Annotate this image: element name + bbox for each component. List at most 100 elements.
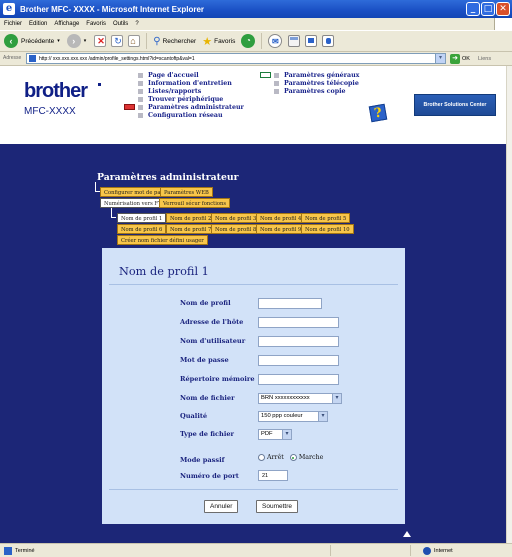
menu-favoris[interactable]: Favoris [86,21,106,27]
forward-arrow-icon[interactable]: › [66,34,81,48]
form-title: Nom de profil 1 [119,265,209,278]
back-button-label[interactable]: Précédente [21,38,54,45]
go-arrow-icon[interactable]: ➜ [450,54,460,64]
profile-tab-8[interactable]: Nom de profil 8 [211,224,261,234]
buttons-divider [109,489,398,490]
go-button[interactable]: OK [462,56,470,62]
profile-name-input[interactable] [258,298,322,309]
tab-custom-filename[interactable]: Créer nom fichier défini usager [117,235,208,245]
passive-off-option[interactable]: Arrêt [258,454,284,461]
logo-dot [98,83,101,86]
profile-tab-3[interactable]: Nom de profil 3 [211,213,261,223]
profile-tab-4[interactable]: Nom de profil 4 [256,213,306,223]
minimize-button[interactable]: _ [466,2,480,16]
store-directory-input[interactable] [258,374,339,385]
page-content: brother MFC-XXXX Page d'accueil Informat… [0,66,506,543]
title-divider [109,284,398,285]
vertical-scrollbar[interactable] [506,66,512,543]
cancel-button[interactable]: Annuler [204,500,239,513]
search-button-label[interactable]: Rechercher [163,38,197,45]
radio-off-icon[interactable] [258,454,265,461]
favorites-button-label[interactable]: Favoris [214,38,235,45]
favorites-star-icon[interactable]: ★ [202,35,212,48]
file-type-select[interactable]: PDF ▾ [258,429,292,440]
tab-web-settings[interactable]: Paramètres WEB [160,187,213,197]
back-dropdown-icon[interactable]: ▾ [57,38,60,44]
profile-tab-5[interactable]: Nom de profil 5 [301,213,351,223]
profile-form-panel: Nom de profil 1 Nom de profil Adresse de… [102,248,405,524]
passive-on-option[interactable]: Marche [289,454,323,461]
menu-bar: Fichier Edition Affichage Favoris Outils… [0,18,512,30]
back-arrow-icon[interactable]: ‹ [4,34,18,48]
status-divider [330,545,331,556]
profile-tab-2[interactable]: Nom de profil 2 [166,213,216,223]
password-label: Mot de passe [180,356,229,364]
nav-right: Paramètres généraux Paramètres télécopie… [260,71,359,95]
nav-item-maintenance[interactable]: Information d'entretien [138,79,244,87]
nav-left: Page d'accueil Information d'entretien L… [124,71,244,119]
passive-mode-radios: Arrêt Marche [258,454,323,461]
links-label[interactable]: Liens [478,56,491,62]
help-icon[interactable]: ? [368,103,388,123]
windows-logo-icon [494,18,512,30]
filename-select[interactable]: BRN xxxxxxxxxxxx ▾ [258,393,342,404]
menu-fichier[interactable]: Fichier [4,21,22,27]
quality-select[interactable]: 150 ppp couleur ▾ [258,411,328,422]
menu-outils[interactable]: Outils [113,21,128,27]
nav-item-general-settings[interactable]: Paramètres généraux [260,71,359,79]
nav-item-find-device[interactable]: Trouver périphérique [138,95,244,103]
refresh-icon[interactable]: ↻ [111,35,124,47]
profile-tab-7[interactable]: Nom de profil 7 [166,224,216,234]
mail-icon[interactable]: ✉ [268,34,283,48]
file-type-value: PDF [261,431,273,437]
username-input[interactable] [258,336,339,347]
brother-solutions-center-button[interactable]: Brother Solutions Center [414,94,496,116]
menu-affichage[interactable]: Affichage [54,21,79,27]
profile-tab-6[interactable]: Nom de profil 6 [117,224,167,234]
history-icon[interactable]: ◔ [241,34,256,48]
password-input[interactable] [258,355,339,366]
title-bar: e Brother MFC- XXXX - Microsoft Internet… [0,0,512,18]
messenger-icon[interactable] [322,35,335,47]
nav-item-network[interactable]: Configuration réseau [138,111,244,119]
page-done-icon [4,547,12,555]
address-input[interactable]: http:// xxx.xxx.xxx.xxx /admin/profile_s… [26,53,446,64]
print-icon[interactable] [288,35,301,47]
home-icon[interactable]: ⌂ [128,35,141,47]
nav-item-home[interactable]: Page d'accueil [138,71,244,79]
zone-text: Internet [434,548,453,554]
menu-help[interactable]: ? [135,21,138,27]
profile-tab-10[interactable]: Nom de profil 10 [301,224,354,234]
nav-item-copy-settings[interactable]: Paramètres copie [274,87,359,95]
address-dropdown-icon[interactable]: ▾ [435,54,445,63]
host-address-input[interactable] [258,317,339,328]
radio-on-icon[interactable] [289,454,297,461]
port-number-input[interactable]: 21 [258,470,288,481]
section-title: Paramètres administrateur [97,172,239,183]
chevron-down-icon: ▾ [282,430,291,439]
nav-item-fax-settings[interactable]: Paramètres télécopie [274,79,359,87]
nav-item-reports[interactable]: Listes/rapports [138,87,244,95]
address-url[interactable]: http:// xxx.xxx.xxx.xxx /admin/profile_s… [39,56,195,62]
profile-tab-1[interactable]: Nom de profil 1 [117,213,167,223]
brother-logo: brother [24,80,88,102]
scroll-to-top-icon[interactable] [403,531,411,537]
edit-icon[interactable] [305,35,318,47]
port-number-label: Numéro de port [180,472,239,480]
chevron-down-icon: ▾ [332,394,341,403]
forward-dropdown-icon[interactable]: ▾ [84,38,87,44]
menu-edition[interactable]: Edition [29,21,47,27]
stop-icon[interactable]: ✕ [94,35,107,47]
nav-item-admin-settings[interactable]: Paramètres administrateur [124,103,244,111]
store-directory-label: Répertoire mémoire [180,375,255,383]
tab-secure-function-lock[interactable]: Verrouil sécur fonctions [159,198,230,208]
search-icon[interactable]: ⚲ [153,36,160,47]
filename-value: BRN xxxxxxxxxxxx [261,395,310,401]
host-address-label: Adresse de l'hôte [180,318,244,326]
profile-tab-9[interactable]: Nom de profil 9 [256,224,306,234]
admin-icon [124,104,135,110]
status-divider [410,545,411,556]
close-button[interactable]: ✕ [496,2,510,16]
maximize-button[interactable]: □ [481,2,495,16]
submit-button[interactable]: Soumettre [256,500,298,513]
